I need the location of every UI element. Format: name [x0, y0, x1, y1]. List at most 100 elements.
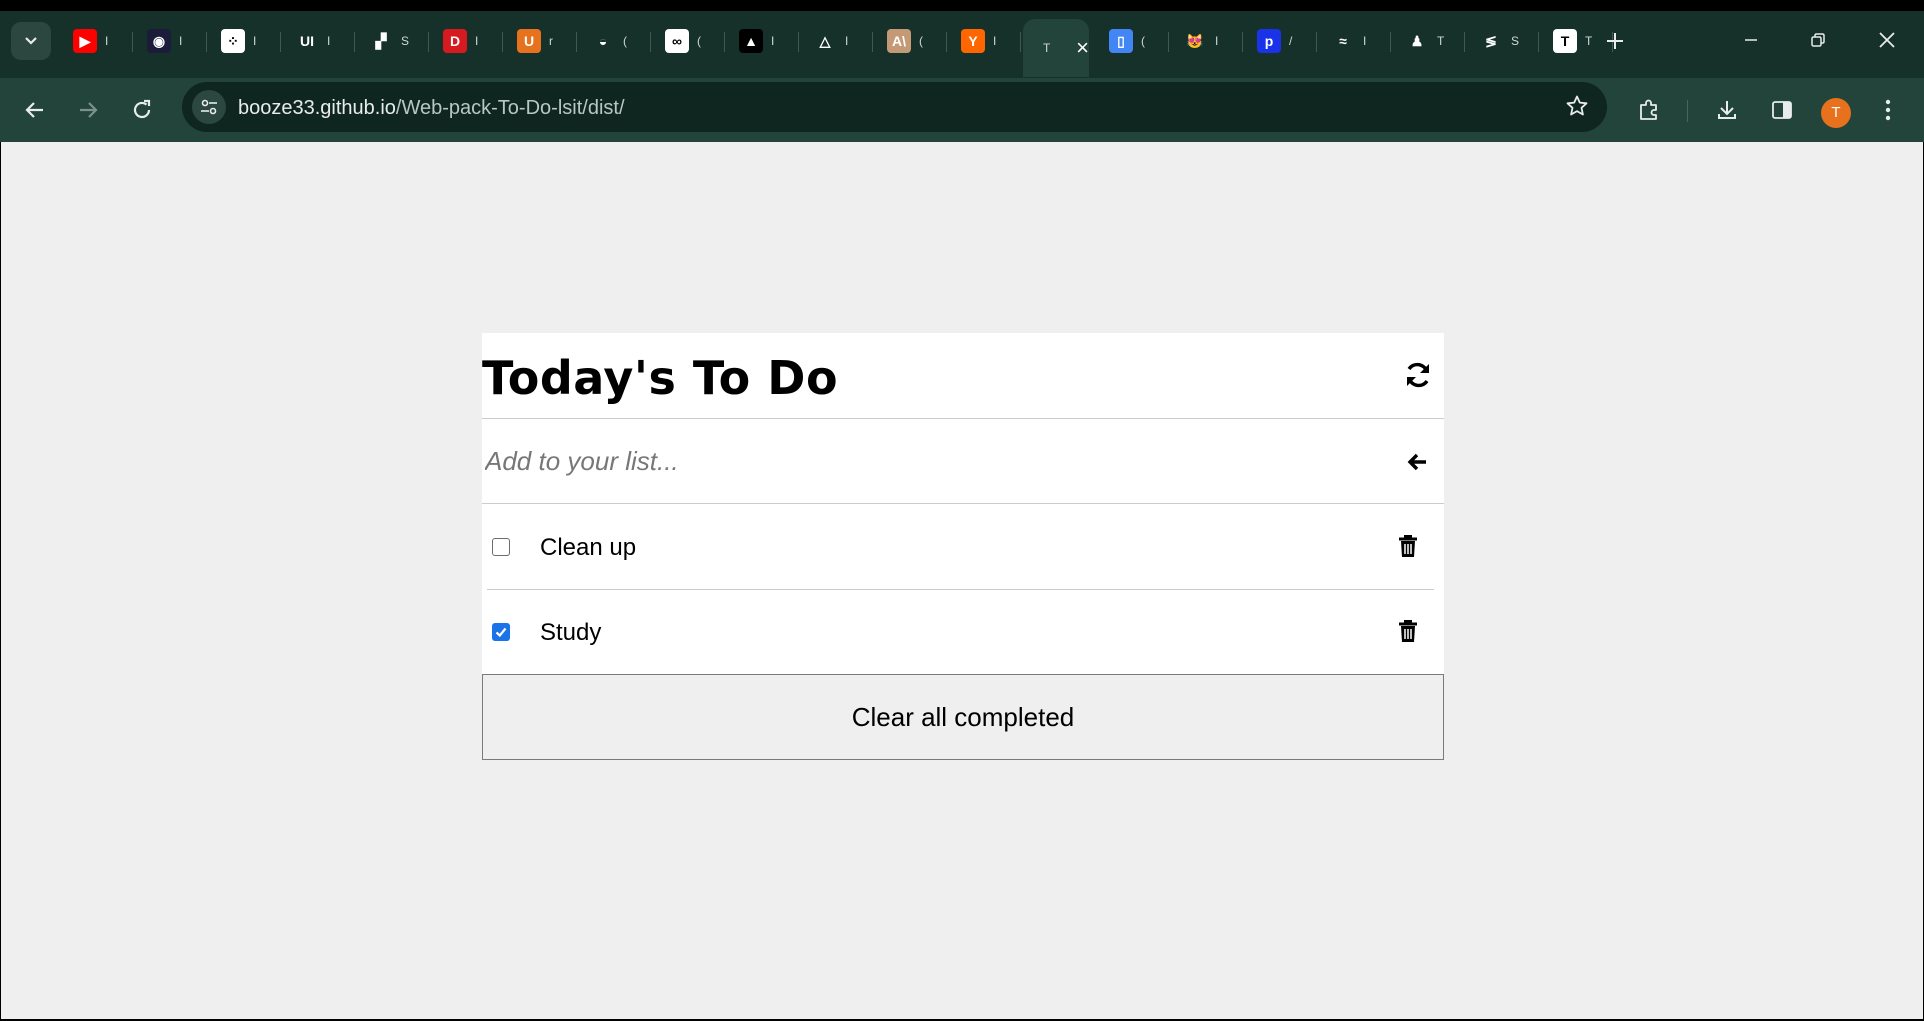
figure-icon: ♟ — [1405, 29, 1429, 53]
tab-search-button[interactable] — [11, 22, 51, 60]
tab-strip: ▶ I ◉ I ⁘ I UI I ▞ S D I Ur ◒(∞(▲ I △ I A\(Y I T × ▯(😻 Ip / ≈ I ♟ T… — [0, 0, 1924, 80]
tab-separator — [650, 32, 651, 52]
tab-separator — [1464, 32, 1465, 52]
tab-title: I — [771, 34, 775, 48]
page-viewport: Today's To Do Clean up Study Clear all co… — [1, 142, 1923, 1019]
tab-title: I — [1363, 34, 1367, 48]
browser-tab[interactable]: ▯( — [1097, 22, 1169, 60]
browser-tab[interactable]: T × — [1023, 19, 1089, 77]
forward-button[interactable] — [68, 90, 108, 130]
todo-checkbox[interactable] — [492, 538, 510, 556]
new-tab-button[interactable] — [1598, 24, 1632, 58]
browser-tab[interactable]: △ I — [801, 22, 873, 60]
browser-tab[interactable]: UI I — [283, 22, 355, 60]
browser-tab[interactable]: ▞ S — [357, 22, 429, 60]
trash-icon[interactable] — [1398, 619, 1418, 643]
minimize-icon — [1745, 39, 1757, 41]
todo-item-text[interactable]: Study — [540, 619, 601, 647]
google-drive-icon: △ — [813, 29, 837, 53]
browser-tab[interactable]: ◒( — [579, 22, 651, 60]
browser-tab[interactable]: ≈ I — [1319, 22, 1391, 60]
address-bar[interactable]: booze33.github.io/Web-pack-To-Do-lsit/di… — [182, 82, 1607, 132]
browser-tab[interactable]: DI — [431, 22, 503, 60]
close-tab-icon[interactable]: × — [1076, 37, 1089, 59]
browser-tab[interactable]: 😻 I — [1171, 22, 1243, 60]
tab-separator — [724, 32, 725, 52]
browser-tab[interactable]: p / — [1245, 22, 1317, 60]
tab-separator — [872, 32, 873, 52]
back-button[interactable] — [15, 90, 55, 130]
todo-item-text[interactable]: Clean up — [540, 534, 636, 562]
enter-arrow-icon[interactable] — [1406, 451, 1428, 473]
reload-button[interactable] — [122, 90, 162, 130]
color-wheel-icon: ◉ — [147, 29, 171, 53]
trash-icon[interactable] — [1398, 534, 1418, 558]
orange-blocks-icon: ▞ — [369, 29, 393, 53]
tab-separator — [1316, 32, 1317, 52]
browser-tab[interactable]: ▶ I — [61, 22, 133, 60]
anthropic-icon: A\ — [887, 29, 911, 53]
tab-separator — [502, 32, 503, 52]
add-item-input[interactable] — [482, 437, 1342, 485]
browser-tab[interactable]: YI — [949, 22, 1021, 60]
url-host: booze33.github.io — [238, 97, 396, 119]
tab-separator — [798, 32, 799, 52]
tab-separator — [1168, 32, 1169, 52]
cup-icon: ◒ — [591, 29, 615, 53]
stripe-s-icon: ≶ — [1479, 29, 1503, 53]
tab-separator — [576, 32, 577, 52]
add-item-row — [482, 419, 1444, 504]
tab-separator — [1242, 32, 1243, 52]
triangle-logo-icon: ▲ — [739, 29, 763, 53]
tab-title: T — [1043, 41, 1051, 55]
tab-title: / — [1289, 34, 1293, 48]
restore-icon — [1811, 33, 1825, 47]
download-icon — [1718, 101, 1736, 119]
restore-button[interactable] — [1788, 18, 1848, 62]
tab-separator — [1390, 32, 1391, 52]
clear-completed-button[interactable]: Clear all completed — [482, 674, 1444, 760]
browser-tab[interactable]: ▲ I — [727, 22, 799, 60]
minimize-button[interactable] — [1721, 18, 1781, 62]
close-window-button[interactable] — [1857, 18, 1917, 62]
browser-tab[interactable]: ∞( — [653, 22, 725, 60]
star-icon — [1566, 95, 1588, 116]
tab-separator — [428, 32, 429, 52]
d-logo-icon: D — [443, 29, 467, 53]
browser-menu-button[interactable] — [1868, 90, 1908, 130]
browser-tab[interactable]: ♟ T — [1393, 22, 1465, 60]
site-info-button[interactable] — [192, 90, 226, 124]
browser-tab[interactable]: Ur — [505, 22, 577, 60]
more-vertical-icon — [1885, 99, 1891, 121]
browser-tab[interactable]: A\ ( — [875, 22, 947, 60]
browser-tab[interactable]: ≶ S — [1467, 22, 1539, 60]
tab-title: I — [1215, 34, 1219, 48]
side-panel-icon — [1772, 101, 1792, 119]
browser-tab[interactable]: ◉ I — [135, 22, 207, 60]
tab-title: I — [993, 34, 997, 48]
tailwind-icon: ≈ — [1331, 29, 1355, 53]
toolbar-divider — [1687, 100, 1688, 122]
url-text: booze33.github.io/Web-pack-To-Do-lsit/di… — [238, 97, 625, 120]
tab-separator — [1020, 32, 1021, 52]
todo-item: Study — [482, 589, 1444, 674]
plus-icon — [1607, 33, 1623, 49]
extensions-button[interactable] — [1629, 90, 1669, 130]
bookmark-button[interactable] — [1565, 94, 1589, 123]
side-panel-button[interactable] — [1762, 90, 1802, 130]
todo-checkbox[interactable] — [492, 623, 510, 641]
page-title: Today's To Do — [482, 351, 839, 405]
tab-title: ( — [697, 34, 701, 48]
refresh-icon[interactable] — [1402, 359, 1434, 391]
todo-list: Clean up Study — [482, 504, 1444, 674]
tab-title: S — [401, 34, 410, 48]
t-logo-icon: T — [1553, 29, 1577, 53]
browser-tab[interactable]: ⁘ I — [209, 22, 281, 60]
profile-avatar[interactable]: T — [1821, 98, 1851, 128]
tab-title: I — [327, 34, 331, 48]
reload-icon — [133, 99, 151, 119]
url-path: /Web-pack-To-Do-lsit/dist/ — [395, 97, 625, 119]
downloads-button[interactable] — [1707, 90, 1747, 130]
tab-title: S — [1511, 34, 1520, 48]
p-logo-icon: p — [1257, 29, 1281, 53]
